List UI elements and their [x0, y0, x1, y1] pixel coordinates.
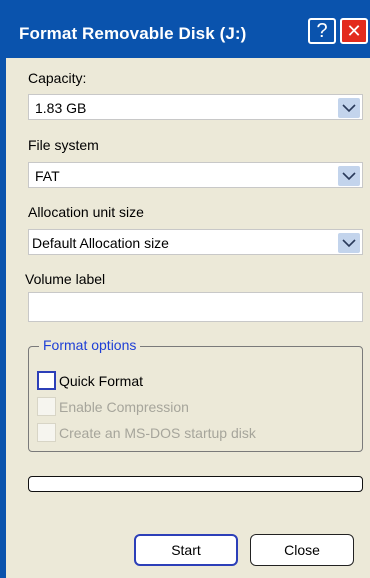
enable-compression-option[interactable]: Enable Compression	[37, 397, 189, 416]
close-button[interactable]: Close	[250, 534, 354, 566]
format-options-group: Format options Quick Format Enable Compr…	[28, 337, 363, 452]
file-system-label: File system	[28, 137, 99, 153]
enable-compression-label: Enable Compression	[59, 398, 189, 415]
volume-label-label: Volume label	[25, 271, 106, 287]
capacity-dropdown[interactable]: 1.83 GB	[28, 94, 363, 120]
allocation-unit-value: Default Allocation size	[32, 235, 169, 251]
capacity-value: 1.83 GB	[35, 100, 87, 116]
chevron-down-icon[interactable]	[338, 233, 360, 253]
capacity-label: Capacity:	[28, 70, 87, 86]
chevron-down-icon[interactable]	[338, 166, 360, 186]
title-bar[interactable]: Format Removable Disk (J:) ? ✕	[0, 0, 370, 58]
ms-dos-startup-checkbox[interactable]	[37, 423, 56, 442]
ms-dos-startup-label: Create an MS-DOS startup disk	[59, 424, 256, 441]
close-icon: ✕	[346, 21, 362, 41]
help-icon: ?	[316, 20, 328, 42]
volume-label-input[interactable]	[28, 292, 363, 322]
dialog-client-area: Capacity: 1.83 GB File system FAT Alloca…	[6, 58, 370, 578]
file-system-dropdown[interactable]: FAT	[28, 162, 363, 188]
help-button[interactable]: ?	[308, 18, 336, 44]
quick-format-option[interactable]: Quick Format	[37, 371, 143, 390]
quick-format-checkbox[interactable]	[37, 371, 56, 390]
format-progress-bar	[28, 476, 363, 492]
chevron-down-icon[interactable]	[338, 98, 360, 118]
allocation-unit-dropdown[interactable]: Default Allocation size	[28, 229, 363, 255]
start-button[interactable]: Start	[134, 534, 238, 566]
enable-compression-checkbox[interactable]	[37, 397, 56, 416]
allocation-unit-label: Allocation unit size	[28, 204, 144, 220]
quick-format-label: Quick Format	[59, 372, 144, 389]
format-dialog: Format Removable Disk (J:) ? ✕ Capacity:…	[0, 0, 370, 578]
ms-dos-startup-option[interactable]: Create an MS-DOS startup disk	[37, 423, 256, 442]
window-title: Format Removable Disk (J:)	[19, 24, 247, 43]
file-system-value: FAT	[35, 168, 60, 184]
close-window-button[interactable]: ✕	[340, 18, 368, 44]
format-options-legend: Format options	[39, 337, 141, 353]
